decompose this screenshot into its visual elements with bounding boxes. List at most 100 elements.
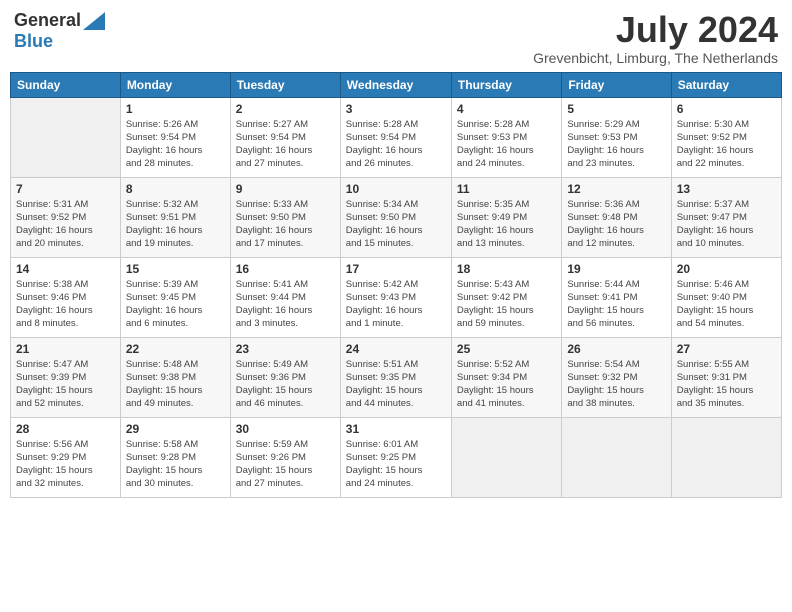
cell-info: Sunrise: 5:43 AMSunset: 9:42 PMDaylight:… — [457, 278, 556, 331]
cell-info: Sunrise: 5:30 AMSunset: 9:52 PMDaylight:… — [677, 118, 776, 171]
day-number: 14 — [16, 262, 115, 276]
cell-info: Sunrise: 5:56 AMSunset: 9:29 PMDaylight:… — [16, 438, 115, 491]
calendar-cell: 18 Sunrise: 5:43 AMSunset: 9:42 PMDayligh… — [451, 257, 561, 337]
calendar-cell — [671, 417, 781, 497]
week-row-4: 28 Sunrise: 5:56 AMSunset: 9:29 PMDayligh… — [11, 417, 782, 497]
day-number: 8 — [126, 182, 225, 196]
calendar-cell: 24 Sunrise: 5:51 AMSunset: 9:35 PMDayligh… — [340, 337, 451, 417]
day-number: 27 — [677, 342, 776, 356]
logo-icon — [83, 12, 105, 30]
logo-blue: Blue — [14, 31, 53, 52]
calendar-cell: 14 Sunrise: 5:38 AMSunset: 9:46 PMDayligh… — [11, 257, 121, 337]
calendar-cell — [562, 417, 671, 497]
calendar-cell: 5Sunrise: 5:29 AMSunset: 9:53 PMDaylight… — [562, 97, 671, 177]
cell-info: Sunrise: 5:51 AMSunset: 9:35 PMDaylight:… — [346, 358, 446, 411]
day-number: 19 — [567, 262, 665, 276]
day-number: 4 — [457, 102, 556, 116]
cell-info: Sunrise: 5:31 AMSunset: 9:52 PMDaylight:… — [16, 198, 115, 251]
calendar-cell: 25 Sunrise: 5:52 AMSunset: 9:34 PMDayligh… — [451, 337, 561, 417]
day-number: 15 — [126, 262, 225, 276]
calendar-cell: 16 Sunrise: 5:41 AMSunset: 9:44 PMDayligh… — [230, 257, 340, 337]
day-number: 26 — [567, 342, 665, 356]
cell-info: Sunrise: 5:41 AMSunset: 9:44 PMDaylight:… — [236, 278, 335, 331]
header-sunday: Sunday — [11, 72, 121, 97]
cell-info: Sunrise: 5:38 AMSunset: 9:46 PMDaylight:… — [16, 278, 115, 331]
cell-info: Sunrise: 5:54 AMSunset: 9:32 PMDaylight:… — [567, 358, 665, 411]
day-number: 2 — [236, 102, 335, 116]
calendar-cell: 31Sunrise: 6:01 AMSunset: 9:25 PMDayligh… — [340, 417, 451, 497]
calendar-cell: 13Sunrise: 5:37 AMSunset: 9:47 PMDayligh… — [671, 177, 781, 257]
day-number: 20 — [677, 262, 776, 276]
calendar-cell: 20 Sunrise: 5:46 AMSunset: 9:40 PMDayligh… — [671, 257, 781, 337]
location: Grevenbicht, Limburg, The Netherlands — [533, 50, 778, 66]
calendar-cell — [11, 97, 121, 177]
day-number: 6 — [677, 102, 776, 116]
calendar-cell: 23 Sunrise: 5:49 AMSunset: 9:36 PMDayligh… — [230, 337, 340, 417]
day-number: 22 — [126, 342, 225, 356]
week-row-1: 7 Sunrise: 5:31 AMSunset: 9:52 PMDaylight… — [11, 177, 782, 257]
calendar-cell: 26 Sunrise: 5:54 AMSunset: 9:32 PMDayligh… — [562, 337, 671, 417]
day-number: 11 — [457, 182, 556, 196]
cell-info: Sunrise: 5:33 AMSunset: 9:50 PMDaylight:… — [236, 198, 335, 251]
day-number: 7 — [16, 182, 115, 196]
cell-info: Sunrise: 5:36 AMSunset: 9:48 PMDaylight:… — [567, 198, 665, 251]
cell-info: Sunrise: 5:29 AMSunset: 9:53 PMDaylight:… — [567, 118, 665, 171]
day-number: 13 — [677, 182, 776, 196]
calendar-cell: 15 Sunrise: 5:39 AMSunset: 9:45 PMDayligh… — [120, 257, 230, 337]
day-number: 28 — [16, 422, 115, 436]
header-friday: Friday — [562, 72, 671, 97]
calendar-cell: 2 Sunrise: 5:27 AMSunset: 9:54 PMDaylight… — [230, 97, 340, 177]
day-number: 18 — [457, 262, 556, 276]
cell-info: Sunrise: 5:34 AMSunset: 9:50 PMDaylight:… — [346, 198, 446, 251]
cell-info: Sunrise: 5:28 AMSunset: 9:53 PMDaylight:… — [457, 118, 556, 171]
day-number: 24 — [346, 342, 446, 356]
logo: General Blue — [14, 10, 105, 52]
day-number: 1 — [126, 102, 225, 116]
cell-info: Sunrise: 5:28 AMSunset: 9:54 PMDaylight:… — [346, 118, 446, 171]
cell-info: Sunrise: 5:26 AMSunset: 9:54 PMDaylight:… — [126, 118, 225, 171]
day-number: 25 — [457, 342, 556, 356]
week-row-2: 14 Sunrise: 5:38 AMSunset: 9:46 PMDayligh… — [11, 257, 782, 337]
cell-info: Sunrise: 5:46 AMSunset: 9:40 PMDaylight:… — [677, 278, 776, 331]
cell-info: Sunrise: 5:52 AMSunset: 9:34 PMDaylight:… — [457, 358, 556, 411]
cell-info: Sunrise: 5:58 AMSunset: 9:28 PMDaylight:… — [126, 438, 225, 491]
cell-info: Sunrise: 5:47 AMSunset: 9:39 PMDaylight:… — [16, 358, 115, 411]
calendar-cell: 10 Sunrise: 5:34 AMSunset: 9:50 PMDayligh… — [340, 177, 451, 257]
calendar-table: SundayMondayTuesdayWednesdayThursdayFrid… — [10, 72, 782, 498]
calendar-cell: 7 Sunrise: 5:31 AMSunset: 9:52 PMDaylight… — [11, 177, 121, 257]
calendar-cell: 17Sunrise: 5:42 AMSunset: 9:43 PMDayligh… — [340, 257, 451, 337]
cell-info: Sunrise: 5:44 AMSunset: 9:41 PMDaylight:… — [567, 278, 665, 331]
calendar-cell: 3 Sunrise: 5:28 AMSunset: 9:54 PMDaylight… — [340, 97, 451, 177]
cell-info: Sunrise: 6:01 AMSunset: 9:25 PMDaylight:… — [346, 438, 446, 491]
cell-info: Sunrise: 5:39 AMSunset: 9:45 PMDaylight:… — [126, 278, 225, 331]
header-tuesday: Tuesday — [230, 72, 340, 97]
calendar-cell — [451, 417, 561, 497]
calendar-cell: 28 Sunrise: 5:56 AMSunset: 9:29 PMDayligh… — [11, 417, 121, 497]
day-number: 23 — [236, 342, 335, 356]
calendar-cell: 30Sunrise: 5:59 AMSunset: 9:26 PMDayligh… — [230, 417, 340, 497]
cell-info: Sunrise: 5:59 AMSunset: 9:26 PMDaylight:… — [236, 438, 335, 491]
logo-general: General — [14, 10, 81, 31]
cell-info: Sunrise: 5:35 AMSunset: 9:49 PMDaylight:… — [457, 198, 556, 251]
calendar-cell: 21Sunrise: 5:47 AMSunset: 9:39 PMDayligh… — [11, 337, 121, 417]
day-number: 9 — [236, 182, 335, 196]
calendar-cell: 4 Sunrise: 5:28 AMSunset: 9:53 PMDaylight… — [451, 97, 561, 177]
week-row-0: 1 Sunrise: 5:26 AMSunset: 9:54 PMDaylight… — [11, 97, 782, 177]
cell-info: Sunrise: 5:49 AMSunset: 9:36 PMDaylight:… — [236, 358, 335, 411]
cell-info: Sunrise: 5:27 AMSunset: 9:54 PMDaylight:… — [236, 118, 335, 171]
calendar-cell: 1 Sunrise: 5:26 AMSunset: 9:54 PMDaylight… — [120, 97, 230, 177]
header-row: SundayMondayTuesdayWednesdayThursdayFrid… — [11, 72, 782, 97]
calendar-cell: 19 Sunrise: 5:44 AMSunset: 9:41 PMDayligh… — [562, 257, 671, 337]
calendar-cell: 22 Sunrise: 5:48 AMSunset: 9:38 PMDayligh… — [120, 337, 230, 417]
day-number: 10 — [346, 182, 446, 196]
day-number: 3 — [346, 102, 446, 116]
day-number: 16 — [236, 262, 335, 276]
day-number: 29 — [126, 422, 225, 436]
calendar-cell: 11 Sunrise: 5:35 AMSunset: 9:49 PMDayligh… — [451, 177, 561, 257]
calendar-cell: 27Sunrise: 5:55 AMSunset: 9:31 PMDayligh… — [671, 337, 781, 417]
cell-info: Sunrise: 5:42 AMSunset: 9:43 PMDaylight:… — [346, 278, 446, 331]
header-monday: Monday — [120, 72, 230, 97]
day-number: 12 — [567, 182, 665, 196]
title-block: July 2024 Grevenbicht, Limburg, The Neth… — [533, 10, 778, 66]
cell-info: Sunrise: 5:48 AMSunset: 9:38 PMDaylight:… — [126, 358, 225, 411]
